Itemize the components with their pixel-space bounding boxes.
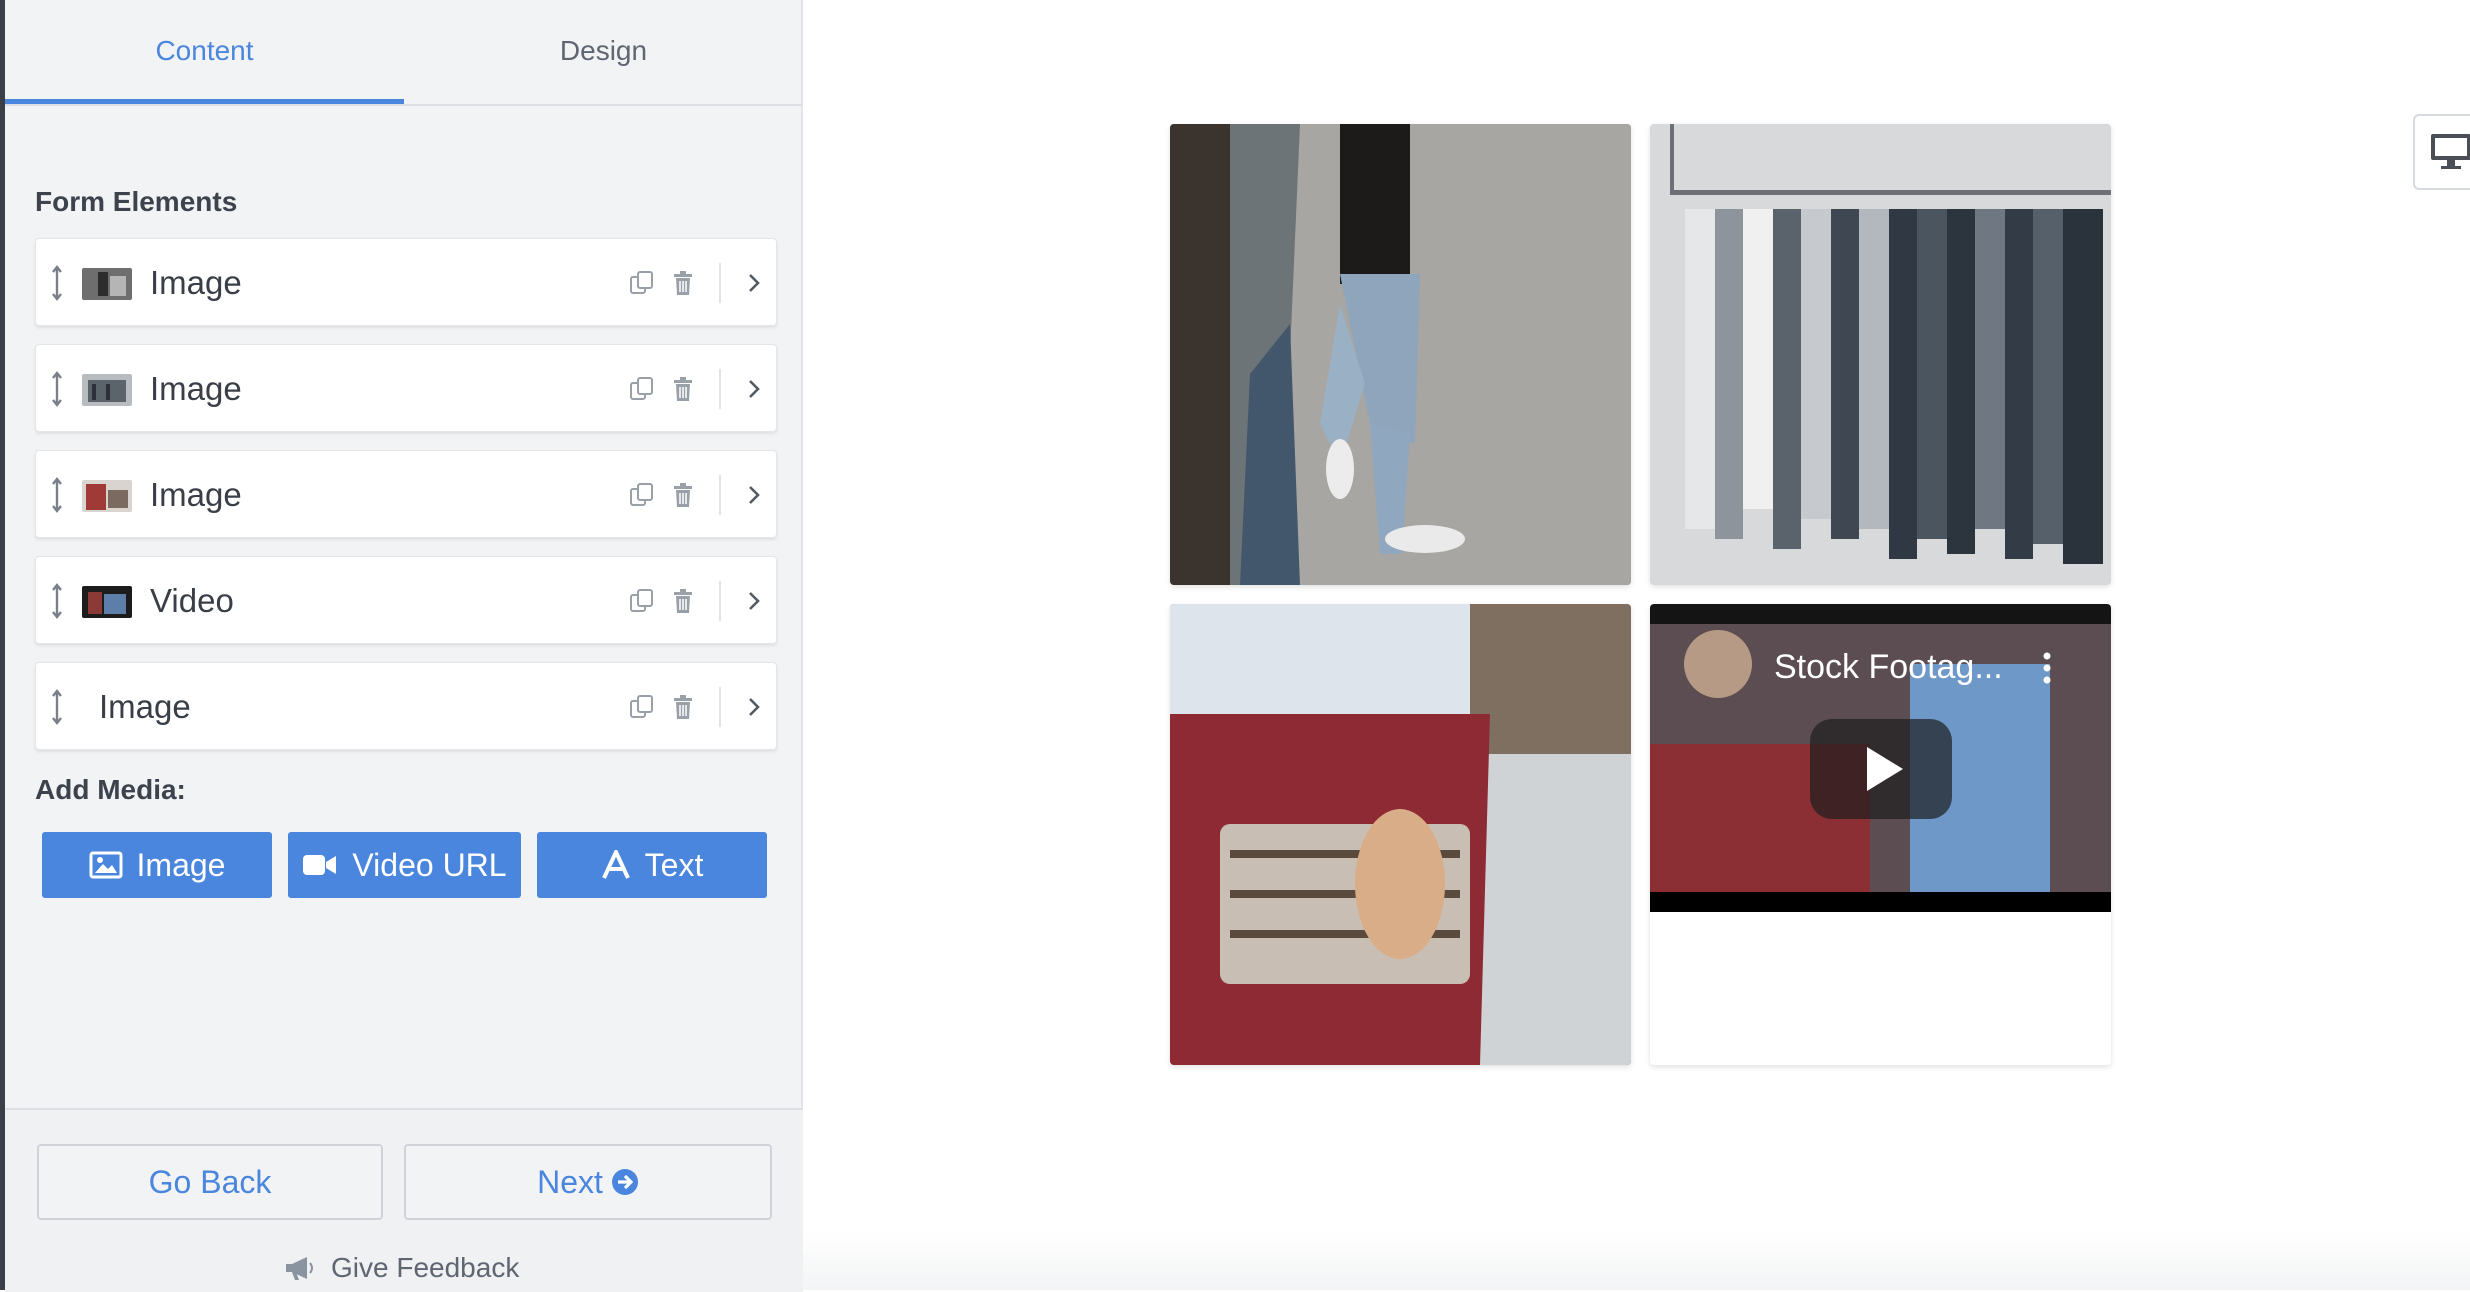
- gallery-image-tile[interactable]: [1170, 604, 1631, 1065]
- form-element-label: Image: [150, 264, 242, 301]
- megaphone-icon: [286, 1257, 313, 1280]
- form-element-item[interactable]: Image: [35, 238, 777, 326]
- bottom-fade: [803, 1230, 2470, 1290]
- add-image-label: Image: [136, 846, 226, 883]
- editor-sidebar: Content Design Form Elements Image Image…: [0, 0, 803, 1292]
- chevron-right-icon[interactable]: [736, 583, 772, 619]
- add-video-url-button[interactable]: Video URL: [288, 832, 521, 898]
- video-thumbnail: [82, 586, 132, 618]
- gallery-video-tile[interactable]: Stock Footag...: [1650, 604, 2111, 1065]
- sidebar-footer: Go Back Next Give Feedback: [5, 1108, 803, 1292]
- clothes-rack-photo: [1650, 124, 2111, 585]
- tab-design[interactable]: Design: [404, 0, 803, 102]
- desktop-view-toggle[interactable]: [2413, 114, 2470, 190]
- form-element-label: Image: [99, 688, 191, 725]
- gallery-image-tile[interactable]: [1650, 124, 2111, 585]
- duplicate-icon[interactable]: [626, 479, 658, 511]
- image-thumbnail: [82, 374, 132, 406]
- form-element-item[interactable]: Image: [35, 450, 777, 538]
- chevron-right-icon[interactable]: [736, 689, 772, 725]
- gallery-image-tile[interactable]: [1170, 124, 1631, 585]
- item-divider: [719, 581, 721, 621]
- add-video-url-label: Video URL: [352, 846, 507, 883]
- go-back-label: Go Back: [148, 1163, 272, 1200]
- give-feedback-link[interactable]: Give Feedback: [283, 1244, 519, 1292]
- duplicate-icon[interactable]: [626, 691, 658, 723]
- add-text-label: Text: [644, 846, 704, 883]
- monitor-icon: [2431, 134, 2470, 169]
- arrow-circle-right-icon: [611, 1169, 638, 1195]
- image-thumbnail: [82, 480, 132, 512]
- trash-icon[interactable]: [667, 373, 699, 405]
- form-element-label: Video: [150, 582, 234, 619]
- duplicate-icon[interactable]: [626, 585, 658, 617]
- drag-handle-icon[interactable]: [50, 689, 64, 725]
- trash-icon[interactable]: [667, 267, 699, 299]
- item-divider: [719, 263, 721, 303]
- form-element-label: Image: [150, 370, 242, 407]
- form-element-item[interactable]: Image: [35, 344, 777, 432]
- drag-handle-icon[interactable]: [50, 265, 64, 301]
- trash-icon[interactable]: [667, 479, 699, 511]
- text-a-icon: [601, 850, 630, 879]
- image-thumbnail: [82, 268, 132, 300]
- form-element-item[interactable]: Image: [35, 662, 777, 750]
- drag-handle-icon[interactable]: [50, 477, 64, 513]
- go-back-button[interactable]: Go Back: [37, 1144, 383, 1220]
- next-label: Next: [537, 1163, 603, 1200]
- trash-icon[interactable]: [667, 691, 699, 723]
- form-element-item[interactable]: Video: [35, 556, 777, 644]
- trash-icon[interactable]: [667, 585, 699, 617]
- chevron-right-icon[interactable]: [736, 477, 772, 513]
- drag-handle-icon[interactable]: [50, 371, 64, 407]
- form-element-label: Image: [150, 476, 242, 513]
- form-elements-title: Form Elements: [35, 186, 238, 217]
- fashion-photo-jeans: [1170, 124, 1631, 585]
- image-icon: [89, 851, 123, 879]
- item-divider: [719, 475, 721, 515]
- duplicate-icon[interactable]: [626, 267, 658, 299]
- video-title[interactable]: Stock Footag...: [1774, 648, 2003, 687]
- tab-bar: Content Design: [5, 0, 803, 106]
- video-camera-icon: [303, 855, 337, 875]
- drag-handle-icon[interactable]: [50, 583, 64, 619]
- duplicate-icon[interactable]: [626, 373, 658, 405]
- tab-content[interactable]: Content: [5, 0, 404, 104]
- chevron-right-icon[interactable]: [736, 371, 772, 407]
- next-button[interactable]: Next: [404, 1144, 772, 1220]
- add-media-title: Add Media:: [35, 774, 186, 805]
- add-image-button[interactable]: Image: [42, 832, 272, 898]
- item-divider: [719, 687, 721, 727]
- skirt-clutch-photo: [1170, 604, 1631, 1065]
- item-divider: [719, 369, 721, 409]
- add-text-button[interactable]: Text: [537, 832, 767, 898]
- give-feedback-label: Give Feedback: [331, 1252, 520, 1283]
- chevron-right-icon[interactable]: [736, 265, 772, 301]
